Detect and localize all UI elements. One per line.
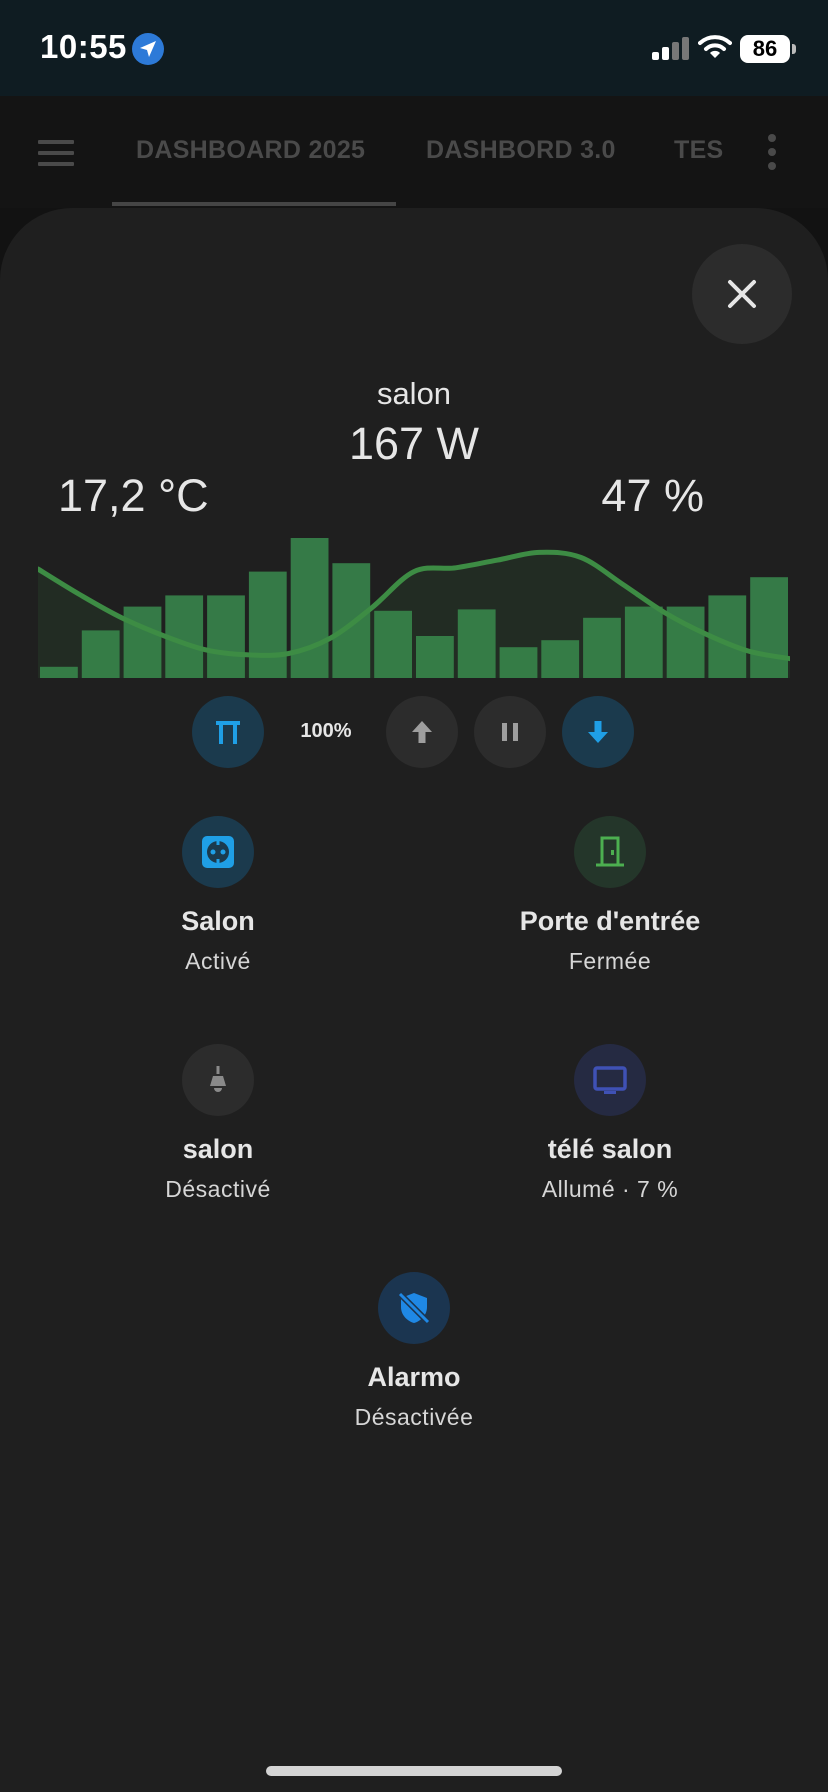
entity-front-door[interactable]: Porte d'entrée Fermée [460,816,760,986]
active-tab-indicator [112,202,396,206]
door-closed-icon [596,836,624,867]
entity-name: Alarmo [367,1362,461,1392]
wifi-icon [698,34,732,65]
entity-icon-bg [182,1044,254,1116]
cover-position: 100% [300,720,352,742]
battery-level: 86 [752,36,778,61]
arrow-up-icon [412,721,432,743]
entity-tv-salon[interactable]: télé salon Allumé · 7 % [460,1044,760,1214]
tab-dashboard-2025[interactable]: DASHBOARD 2025 [136,136,365,165]
tab-tes[interactable]: TES [674,136,724,165]
entity-alarmo[interactable]: Alarmo Désactivée [264,1272,564,1442]
cover-toggle-button[interactable] [192,696,264,768]
room-power: 167 W [348,418,480,469]
cover-open-button[interactable] [386,696,458,768]
entity-state: Désactivé [165,1176,271,1202]
entity-salon-light[interactable]: salon Désactivé [68,1044,368,1214]
entity-name: Salon [181,906,255,936]
tab-dashbord-3-0[interactable]: DASHBORD 3.0 [426,136,616,165]
close-button[interactable] [692,244,792,344]
arrow-down-icon [588,721,608,743]
entity-state: Allumé · 7 % [541,1176,679,1202]
entity-icon-bg [574,816,646,888]
close-icon [728,280,756,308]
entity-icon-bg [378,1272,450,1344]
cover-stop-button[interactable] [474,696,546,768]
entity-name: télé salon [547,1134,673,1164]
status-bar: 10:55 86 [0,0,828,96]
entity-state: Activé [185,948,251,974]
room-name: salon [376,376,452,411]
more-vertical-icon[interactable] [766,134,778,170]
gate-icon [216,721,240,744]
status-time: 10:55 [40,28,127,65]
cover-close-button[interactable] [562,696,634,768]
battery-icon: 86 [740,35,790,63]
room-humidity: 47 % [601,470,704,521]
hamburger-menu-icon[interactable] [38,140,74,166]
entity-state: Fermée [568,948,652,974]
entity-name: salon [182,1134,254,1164]
ceiling-light-icon [210,1066,226,1092]
entity-icon-bg [182,816,254,888]
cellular-signal-icon [652,36,690,60]
history-chart [38,538,790,678]
room-temperature: 17,2 °C [58,470,209,521]
cover-controls: 100% [0,696,828,768]
entity-name: Porte d'entrée [519,906,701,936]
app-header: DASHBOARD 2025 DASHBORD 3.0 TES [0,96,828,208]
location-arrow-icon [132,33,164,65]
pause-icon [502,723,518,741]
battery-tip [792,44,796,54]
television-icon [593,1066,627,1094]
power-socket-icon [202,836,234,868]
entity-icon-bg [574,1044,646,1116]
home-indicator [266,1766,562,1776]
shield-off-icon [397,1291,431,1325]
entity-salon-socket[interactable]: Salon Activé [68,816,368,986]
area-dialog: salon 167 W 17,2 °C 47 % 100% Salon Acti… [0,208,828,1792]
entity-state: Désactivée [354,1404,474,1430]
